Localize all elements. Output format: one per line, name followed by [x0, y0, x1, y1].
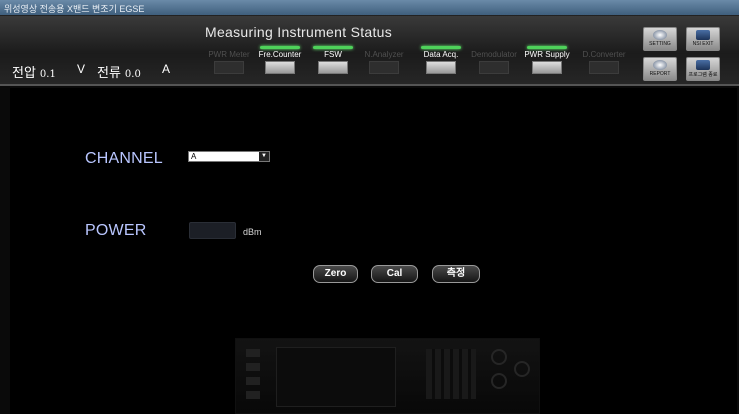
- nsi-exit-button[interactable]: NSI EXIT: [686, 27, 720, 51]
- instrument-front-panel-image: [235, 338, 540, 414]
- instrument-pwr-meter[interactable]: PWR Meter: [205, 46, 253, 82]
- panel-port: [246, 363, 260, 371]
- instrument-label: D.Converter: [582, 50, 626, 59]
- instrument-thumbnail: [318, 61, 348, 74]
- instrument-label: Data Acq.: [423, 50, 459, 59]
- setting-label: SETTING: [649, 41, 671, 47]
- panel-screen: [276, 347, 396, 407]
- instrument-n-analyzer[interactable]: N.Analyzer: [360, 46, 408, 82]
- status-led: [527, 46, 567, 49]
- panel-port: [246, 391, 260, 399]
- panel-port: [246, 349, 260, 357]
- status-header: Measuring Instrument Status 전압 0.1 V 전류 0.…: [0, 16, 739, 86]
- panel-knob: [491, 349, 507, 365]
- power-label: POWER: [85, 222, 147, 239]
- zero-button[interactable]: Zero: [313, 265, 358, 283]
- status-led: [474, 46, 514, 49]
- channel-select[interactable]: A ▼: [188, 151, 270, 162]
- report-button[interactable]: REPORT: [643, 57, 677, 81]
- instrument-thumbnail: [426, 61, 456, 74]
- instrument-pwr-supply[interactable]: PWR Supply: [523, 46, 571, 82]
- current-readout: 전류 0.0: [97, 62, 141, 81]
- measure-button[interactable]: 측정: [432, 265, 480, 283]
- instrument-thumbnail: [532, 61, 562, 74]
- instrument-label: Demodulator: [471, 50, 517, 59]
- panel-knob: [491, 373, 507, 389]
- main-panel: CHANNEL A ▼ POWER dBm Zero Cal 측정: [10, 88, 737, 414]
- report-icon: [653, 60, 667, 70]
- instrument-label: N.Analyzer: [364, 50, 404, 59]
- status-led: [584, 46, 624, 49]
- current-value: 0.0: [124, 69, 141, 80]
- instrument-d-converter[interactable]: D.Converter: [580, 46, 628, 82]
- instrument-thumbnail: [214, 61, 244, 74]
- current-unit: A: [162, 62, 171, 76]
- voltage-readout: 전압 0.1: [12, 62, 56, 81]
- power-unit: dBm: [243, 227, 262, 237]
- status-led: [421, 46, 461, 49]
- instrument-fsw[interactable]: FSW: [309, 46, 357, 82]
- instrument-label: Fre.Counter: [258, 50, 302, 59]
- instrument-thumbnail: [479, 61, 509, 74]
- report-label: REPORT: [649, 71, 671, 77]
- panel-port: [246, 377, 260, 385]
- voltage-unit: V: [77, 62, 86, 76]
- instrument-data-acq[interactable]: Data Acq.: [417, 46, 465, 82]
- nsi-icon: [696, 30, 710, 40]
- panel-knob: [514, 361, 530, 377]
- status-led: [313, 46, 353, 49]
- channel-select-value: A: [191, 152, 197, 161]
- exit-label: 프로그램 종료: [688, 72, 718, 78]
- panel-keypad: [426, 349, 476, 399]
- cal-button[interactable]: Cal: [371, 265, 418, 283]
- channel-label: CHANNEL: [85, 150, 163, 167]
- status-led: [364, 46, 404, 49]
- instrument-thumbnail: [369, 61, 399, 74]
- voltage-value: 0.1: [39, 69, 56, 80]
- window-titlebar: 위성영상 전송용 X밴드 변조기 EGSE: [0, 0, 739, 16]
- setting-button[interactable]: SETTING: [643, 27, 677, 51]
- instrument-fre-counter[interactable]: Fre.Counter: [256, 46, 304, 82]
- instrument-thumbnail: [265, 61, 295, 74]
- nsi-label: NSI EXIT: [692, 41, 714, 47]
- status-led: [260, 46, 300, 49]
- instrument-label: PWR Supply: [524, 50, 570, 59]
- window-title: 위성영상 전송용 X밴드 변조기 EGSE: [4, 4, 145, 14]
- instrument-demodulator[interactable]: Demodulator: [470, 46, 518, 82]
- header-title: Measuring Instrument Status: [205, 24, 393, 40]
- voltage-label: 전압: [12, 65, 36, 80]
- chevron-down-icon[interactable]: ▼: [259, 152, 269, 161]
- current-label: 전류: [97, 65, 121, 80]
- status-led: [209, 46, 249, 49]
- exit-icon: [696, 60, 710, 70]
- power-value-field[interactable]: [189, 222, 236, 239]
- instrument-thumbnail: [589, 61, 619, 74]
- exit-program-button[interactable]: 프로그램 종료: [686, 57, 720, 81]
- setting-icon: [653, 30, 667, 40]
